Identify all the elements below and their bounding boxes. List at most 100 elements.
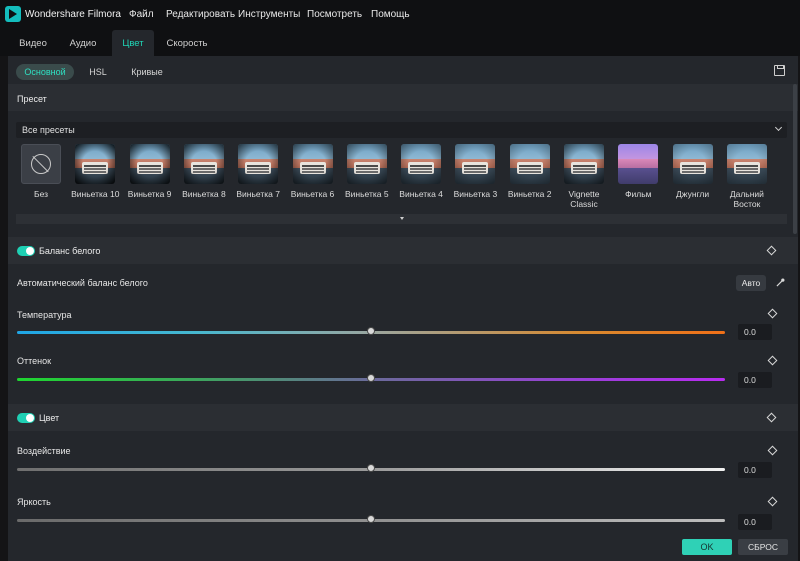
preset-item[interactable]: Виньетка 7 — [233, 144, 283, 199]
preset-thumbnail — [346, 144, 387, 184]
preset-thumbnail — [618, 144, 659, 184]
preset-item[interactable]: Виньетка 3 — [450, 144, 500, 199]
property-tabs: Видео Аудио Цвет Скорость — [0, 30, 800, 56]
expand-arrow-icon — [400, 217, 404, 220]
preset-item[interactable]: Vignette Classic — [559, 144, 609, 209]
white-balance-title: Баланс белого — [39, 246, 101, 256]
preset-title: Пресет — [17, 94, 47, 104]
preset-thumbnail — [129, 144, 170, 184]
preset-label: Vignette Classic — [568, 189, 600, 209]
vignette-overlay — [129, 144, 170, 184]
preset-thumbnail — [292, 144, 333, 184]
reset-button[interactable]: СБРОС — [738, 539, 788, 555]
preset-filter-dropdown[interactable]: Все пресеты — [16, 122, 787, 138]
preset-thumbnail — [401, 144, 442, 184]
exposure-label: Воздействие — [17, 446, 71, 456]
temperature-label: Температура — [17, 310, 72, 320]
keyframe-diamond-icon[interactable] — [766, 245, 777, 256]
preset-item[interactable]: Виньетка 5 — [342, 144, 392, 199]
eyedropper-icon[interactable] — [776, 278, 785, 287]
temperature-value[interactable]: 0.0 — [738, 324, 772, 340]
preset-label: Виньетка 3 — [453, 189, 498, 199]
brightness-slider-handle[interactable] — [367, 515, 375, 523]
subtab-hsl[interactable]: HSL — [84, 64, 112, 80]
tab-audio[interactable]: Аудио — [60, 30, 106, 56]
temperature-keyframe-icon[interactable] — [767, 308, 778, 319]
tab-speed[interactable]: Скорость — [160, 30, 214, 56]
footer-bar: OK СБРОС — [8, 533, 798, 561]
preset-item[interactable]: Виньетка 10 — [70, 144, 120, 199]
preset-label: Виньетка 4 — [399, 189, 443, 199]
color-panel: Основной HSL Кривые Пресет Все пресеты Б… — [8, 56, 798, 561]
preset-label: Виньетка 8 — [182, 189, 226, 199]
menu-help[interactable]: Помощь — [371, 9, 410, 20]
no-effect-icon — [31, 154, 51, 174]
exposure-value[interactable]: 0.0 — [738, 462, 772, 478]
vignette-overlay — [401, 144, 442, 184]
vignette-overlay — [509, 144, 550, 184]
title-bar: Wondershare Filmora Файл Редактировать И… — [0, 0, 800, 30]
vignette-overlay — [346, 144, 387, 184]
vignette-overlay — [75, 144, 116, 184]
white-balance-toggle[interactable] — [17, 246, 35, 256]
auto-white-balance-label: Автоматический баланс белого — [17, 278, 148, 288]
preset-thumbnail — [455, 144, 496, 184]
brightness-keyframe-icon[interactable] — [767, 496, 778, 507]
temperature-slider-handle[interactable] — [367, 327, 375, 335]
preset-item[interactable]: Дальний Восток — [722, 144, 772, 209]
menu-view[interactable]: Посмотреть — [307, 9, 362, 20]
vignette-overlay — [564, 144, 604, 184]
preset-label: Джунгли — [676, 189, 710, 199]
preset-label: Дальний Восток — [729, 189, 764, 209]
preset-thumbnail — [183, 144, 224, 184]
vignette-overlay — [238, 144, 279, 184]
tab-color[interactable]: Цвет — [112, 30, 154, 56]
scrollbar[interactable] — [793, 84, 797, 234]
exposure-slider-handle[interactable] — [367, 464, 375, 472]
preset-thumbnail — [726, 144, 767, 184]
preset-item[interactable]: Фильм — [613, 144, 663, 199]
menu-tools[interactable]: Инструменты — [238, 9, 300, 20]
preset-none-thumbnail — [21, 144, 61, 184]
tint-keyframe-icon[interactable] — [767, 355, 778, 366]
vignette-overlay — [726, 144, 767, 184]
preset-item[interactable]: Виньетка 4 — [396, 144, 446, 199]
save-preset-icon[interactable] — [774, 65, 785, 76]
ok-button[interactable]: OK — [682, 539, 732, 555]
subtab-curves[interactable]: Кривые — [126, 64, 168, 80]
vignette-overlay — [183, 144, 224, 184]
preset-label: Виньетка 9 — [127, 189, 172, 199]
tint-slider-handle[interactable] — [367, 374, 375, 382]
color-toggle[interactable] — [17, 413, 35, 423]
exposure-keyframe-icon[interactable] — [767, 445, 778, 456]
vignette-overlay — [455, 144, 496, 184]
menu-edit[interactable]: Редактировать — [166, 9, 235, 20]
chevron-down-icon — [774, 123, 783, 132]
tab-video[interactable]: Видео — [10, 30, 56, 56]
tint-label: Оттенок — [17, 356, 52, 366]
expand-presets-button[interactable] — [16, 214, 787, 224]
menu-file[interactable]: Файл — [129, 9, 154, 20]
preset-item[interactable]: Без — [16, 144, 66, 199]
vignette-overlay — [292, 144, 333, 184]
preset-item[interactable]: Виньетка 6 — [288, 144, 338, 199]
filmora-logo-icon — [5, 6, 21, 22]
app-name: Wondershare Filmora — [25, 9, 121, 20]
preset-item[interactable]: Виньетка 8 — [179, 144, 229, 199]
subtab-basic[interactable]: Основной — [16, 64, 74, 80]
color-header: Цвет — [8, 404, 798, 431]
auto-white-balance-button[interactable]: Авто — [736, 275, 766, 291]
preset-thumbnail — [238, 144, 279, 184]
preset-label: Виньетка 2 — [507, 189, 552, 199]
preset-label: Виньетка 5 — [344, 189, 389, 199]
tint-value[interactable]: 0.0 — [738, 372, 772, 388]
keyframe-diamond-icon[interactable] — [766, 412, 777, 423]
brightness-value[interactable]: 0.0 — [738, 514, 772, 530]
preset-item[interactable]: Виньетка 2 — [505, 144, 555, 199]
preset-item[interactable]: Джунгли — [668, 144, 718, 199]
preset-item[interactable]: Виньетка 9 — [125, 144, 175, 199]
subtab-bar: Основной HSL Кривые — [8, 56, 798, 84]
preset-thumbnail — [75, 144, 116, 184]
preset-label: Виньетка 6 — [290, 189, 335, 199]
color-title: Цвет — [39, 413, 60, 423]
